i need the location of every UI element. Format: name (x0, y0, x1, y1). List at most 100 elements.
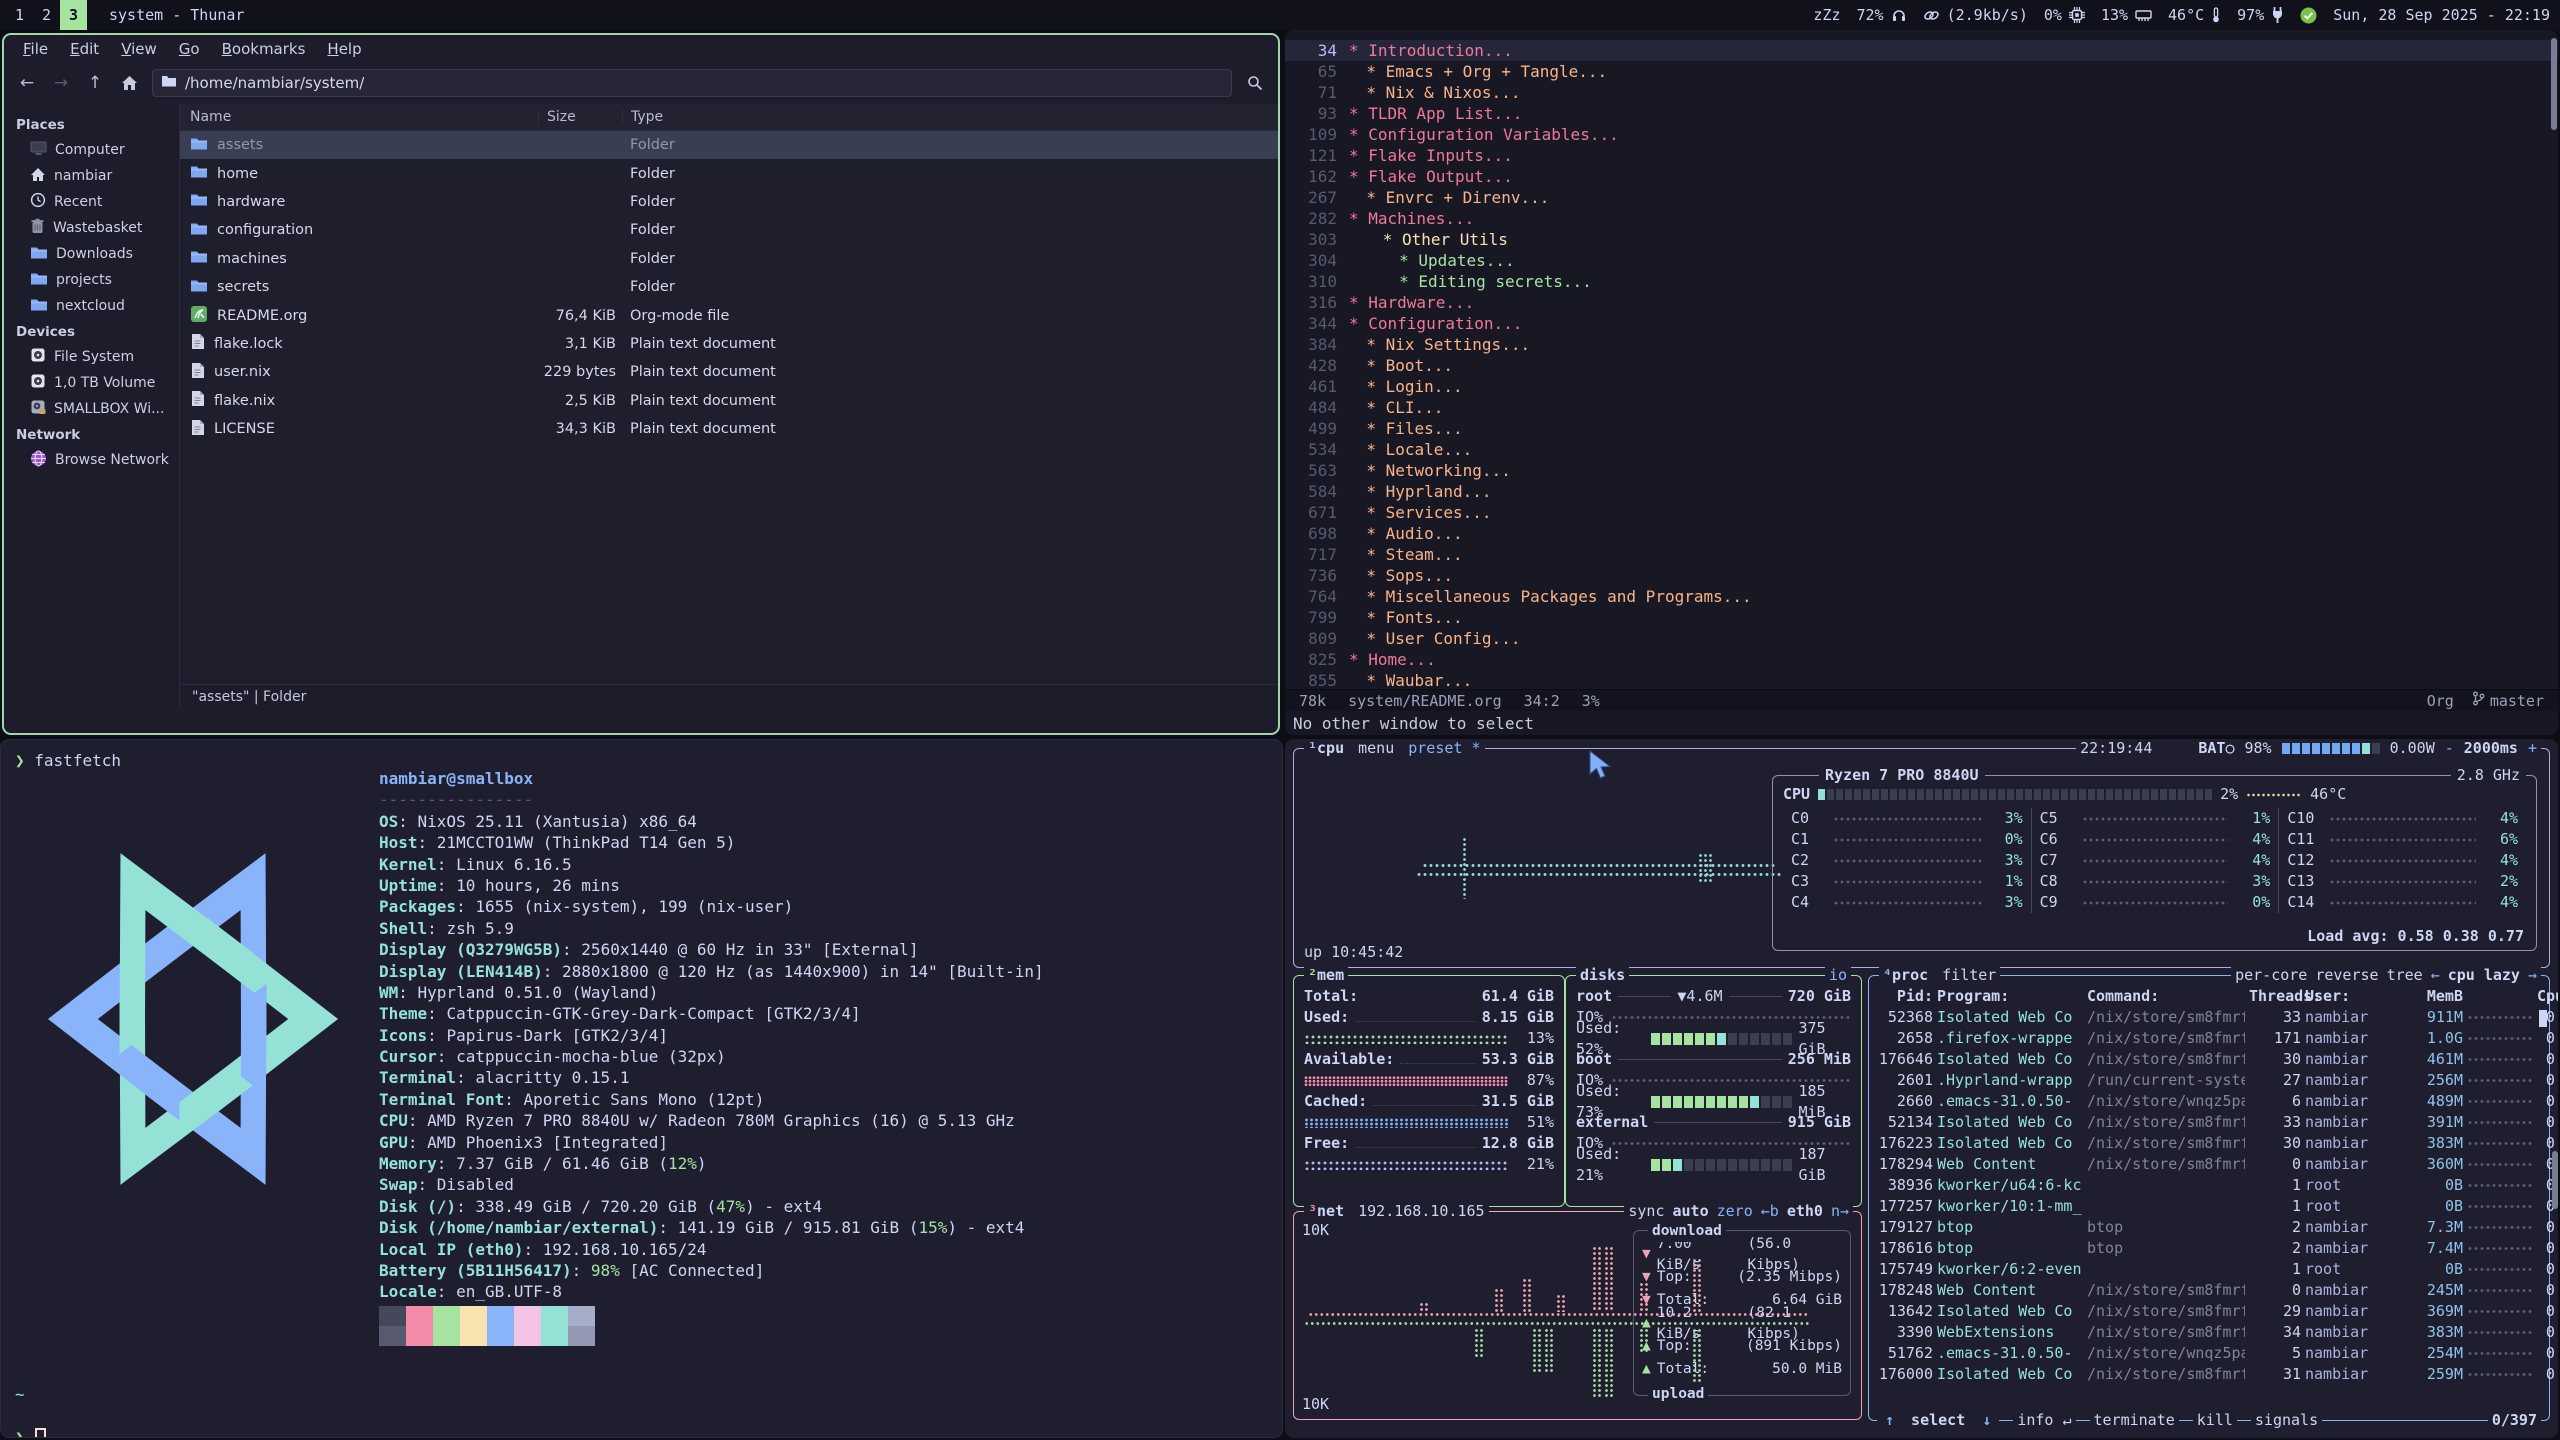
tab-proc[interactable]: ⁴proc (1883, 965, 1928, 986)
org-heading-line[interactable]: 121* Flake Inputs... (1285, 145, 2558, 166)
home-button[interactable] (114, 69, 144, 97)
volume-module[interactable]: 72% (1857, 6, 1907, 24)
menu-bookmarks[interactable]: Bookmarks (213, 38, 315, 60)
file-row-configuration[interactable]: configurationFolder (180, 216, 1278, 244)
sidebar-item-file-system[interactable]: File System (4, 344, 179, 370)
org-heading-line[interactable]: 799* Fonts... (1285, 607, 2558, 628)
column-header-type[interactable]: Type (622, 109, 1278, 125)
file-row-hardware[interactable]: hardwareFolder (180, 188, 1278, 216)
process-row[interactable]: 179127btopbtop2nambiar7.3M0.0 (1869, 1217, 2549, 1238)
sidebar-item-browse-network[interactable]: Browse Network (4, 447, 179, 473)
org-heading-line[interactable]: 809* User Config... (1285, 628, 2558, 649)
proc-info-button[interactable]: info ↵ (2013, 1410, 2075, 1431)
interval-increase-button[interactable]: + (2528, 739, 2537, 759)
proc-select-keys[interactable]: ↑ select ↓ (1877, 1410, 1999, 1431)
org-heading-line[interactable]: 162* Flake Output... (1285, 166, 2558, 187)
tab-disks[interactable]: disks (1580, 965, 1625, 986)
file-row-flake-nix[interactable]: flake.nix2,5 KiBPlain text document (180, 387, 1278, 415)
org-heading-line[interactable]: 717* Steam... (1285, 544, 2558, 565)
tab-net[interactable]: ³net (1308, 1201, 1344, 1222)
process-row[interactable]: 177257kworker/10:1-mm_1root0B0.0 (1869, 1196, 2549, 1217)
sidebar-item-nambiar[interactable]: nambiar (4, 163, 179, 189)
sidebar-item-wastebasket[interactable]: Wastebasket (4, 215, 179, 241)
org-heading-line[interactable]: 563* Networking... (1285, 460, 2558, 481)
menu-button[interactable]: menu (1358, 739, 1394, 759)
proc-sort-left-button[interactable]: ← (2431, 965, 2440, 986)
menu-file[interactable]: File (14, 38, 57, 60)
org-heading-line[interactable]: 282* Machines... (1285, 208, 2558, 229)
preset-button[interactable]: preset * (1408, 739, 1480, 759)
memory-module[interactable]: 13% (2101, 6, 2152, 24)
org-heading-line[interactable]: 316* Hardware... (1285, 292, 2558, 313)
org-heading-line[interactable]: 825* Home... (1285, 649, 2558, 670)
process-row[interactable]: 178294Web Content/nix/store/sm8fmrf3wps4… (1869, 1154, 2549, 1175)
idle-inhibitor-module[interactable]: zZz (1813, 6, 1840, 24)
column-header-name[interactable]: Name (180, 109, 538, 125)
process-row[interactable]: 2658.firefox-wrappe/nix/store/sm8fmrf3wp… (1869, 1028, 2549, 1049)
net-prev-iface-button[interactable]: ←b (1761, 1201, 1779, 1222)
sidebar-item-computer[interactable]: Computer (4, 137, 179, 163)
workspace-button-3[interactable]: 3 (60, 0, 87, 30)
process-row[interactable]: 52368Isolated Web Co/nix/store/sm8fmrf3w… (1869, 1007, 2549, 1028)
menu-help[interactable]: Help (318, 38, 370, 60)
process-row[interactable]: 175749kworker/6:2-even1root0B0.0 (1869, 1259, 2549, 1280)
org-heading-line[interactable]: 71* Nix & Nixos... (1285, 82, 2558, 103)
file-row-flake-lock[interactable]: flake.lock3,1 KiBPlain text document (180, 330, 1278, 358)
process-row[interactable]: 176223Isolated Web Co/nix/store/sm8fmrf3… (1869, 1133, 2549, 1154)
file-row-readme-org[interactable]: README.org76,4 KiBOrg-mode file (180, 301, 1278, 329)
workspace-button-1[interactable]: 1 (6, 0, 33, 30)
org-heading-line[interactable]: 855* Waubar... (1285, 670, 2558, 691)
net-auto-button[interactable]: auto (1673, 1201, 1709, 1222)
net-sync-button[interactable]: sync (1628, 1201, 1664, 1222)
sidebar-item-recent[interactable]: Recent (4, 189, 179, 215)
file-row-user-nix[interactable]: user.nix229 bytesPlain text document (180, 358, 1278, 386)
temperature-module[interactable]: 46°C (2168, 6, 2221, 24)
org-heading-line[interactable]: 764* Miscellaneous Packages and Programs… (1285, 586, 2558, 607)
cpu-module[interactable]: 0% (2044, 6, 2085, 24)
org-heading-line[interactable]: 499* Files... (1285, 418, 2558, 439)
org-heading-line[interactable]: 736* Sops... (1285, 565, 2558, 586)
network-module[interactable]: (2.9kb/s) (1923, 6, 2028, 24)
workspace-button-2[interactable]: 2 (33, 0, 60, 30)
org-heading-line[interactable]: 65* Emacs + Org + Tangle... (1285, 61, 2558, 82)
org-heading-line[interactable]: 109* Configuration Variables... (1285, 124, 2558, 145)
search-button[interactable] (1240, 69, 1270, 97)
interval-decrease-button[interactable]: - (2445, 739, 2454, 759)
process-row[interactable]: 3390WebExtensions/nix/store/sm8fmrf3wps4… (1869, 1322, 2549, 1343)
proc-kill-button[interactable]: kill (2193, 1410, 2237, 1431)
back-button[interactable]: ← (12, 69, 42, 97)
org-heading-line[interactable]: 534* Locale... (1285, 439, 2558, 460)
file-row-license[interactable]: LICENSE34,3 KiBPlain text document (180, 415, 1278, 443)
org-heading-line[interactable]: 34* Introduction... (1285, 40, 2558, 61)
file-row-assets[interactable]: assetsFolder (180, 131, 1278, 159)
disks-io-toggle[interactable]: io (1825, 965, 1851, 986)
sidebar-item-projects[interactable]: projects (4, 267, 179, 293)
process-row[interactable]: 51762.emacs-31.0.50-/nix/store/wnqz5pa8r… (1869, 1343, 2549, 1364)
sidebar-item-smallbox-wi-[interactable]: SMALLBOX Wi... (4, 396, 179, 422)
proc-signals-button[interactable]: signals (2251, 1410, 2322, 1431)
org-heading-line[interactable]: 344* Configuration... (1285, 313, 2558, 334)
process-row[interactable]: 176646Isolated Web Co/nix/store/sm8fmrf3… (1869, 1049, 2549, 1070)
process-row[interactable]: 178248Web Content/nix/store/sm8fmrf3wps4… (1869, 1280, 2549, 1301)
org-heading-line[interactable]: 584* Hyprland... (1285, 481, 2558, 502)
sidebar-item-nextcloud[interactable]: nextcloud (4, 293, 179, 319)
org-heading-line[interactable]: 671* Services... (1285, 502, 2558, 523)
process-row[interactable]: 13642Isolated Web Co/nix/store/sm8fmrf3w… (1869, 1301, 2549, 1322)
clock-module[interactable]: Sun, 28 Sep 2025 - 22:19 (2333, 6, 2550, 24)
emacs-scrollbar[interactable] (2551, 38, 2557, 130)
process-row[interactable]: 176000Isolated Web Co/nix/store/sm8fmrf3… (1869, 1364, 2549, 1385)
org-heading-line[interactable]: 384* Nix Settings... (1285, 334, 2558, 355)
net-next-iface-button[interactable]: n→ (1831, 1201, 1849, 1222)
process-row[interactable]: 2601.Hyprland-wrapp/run/current-system/s… (1869, 1070, 2549, 1091)
net-zero-button[interactable]: zero (1717, 1201, 1753, 1222)
proc-filter-button[interactable]: filter (1942, 965, 1996, 986)
tab-cpu[interactable]: ¹cpu (1308, 739, 1344, 759)
proc-percore-button[interactable]: per-core (2235, 965, 2307, 986)
forward-button[interactable]: → (46, 69, 76, 97)
proc-terminate-button[interactable]: terminate (2090, 1410, 2179, 1431)
path-bar[interactable]: /home/nambiar/system/ (152, 69, 1232, 97)
process-row[interactable]: 38936kworker/u64:6-kc1root0B0.0 (1869, 1175, 2549, 1196)
battery-module[interactable]: 97% (2237, 6, 2284, 24)
process-row[interactable]: 178616btopbtop2nambiar7.4M0.0 (1869, 1238, 2549, 1259)
file-row-home[interactable]: homeFolder (180, 159, 1278, 187)
